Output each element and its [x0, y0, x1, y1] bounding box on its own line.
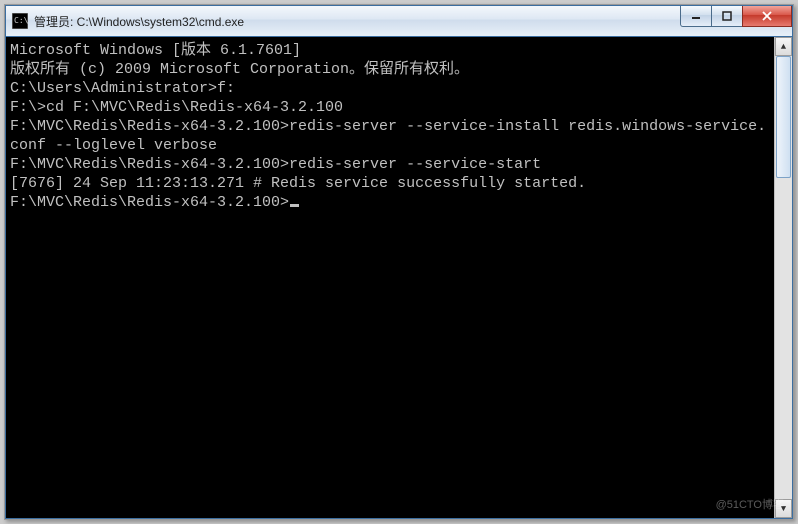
window-buttons [681, 6, 792, 26]
maximize-button[interactable] [711, 6, 743, 27]
minimize-button[interactable] [680, 6, 712, 27]
console-line: [7676] 24 Sep 11:23:13.271 # Redis servi… [10, 174, 770, 193]
text-cursor [290, 204, 299, 207]
scroll-thumb[interactable] [776, 56, 791, 178]
cmd-icon: C:\ [12, 13, 28, 29]
console-output[interactable]: Microsoft Windows [版本 6.1.7601]版权所有 (c) … [6, 37, 774, 518]
cmd-window: C:\ 管理员: C:\Windows\system32\cmd.exe Mic… [5, 5, 793, 519]
console-line: C:\Users\Administrator>f: [10, 79, 770, 98]
vertical-scrollbar[interactable]: ▲ ▼ [774, 37, 792, 518]
console-line: F:\MVC\Redis\Redis-x64-3.2.100> [10, 193, 770, 212]
console-line: F:\MVC\Redis\Redis-x64-3.2.100>redis-ser… [10, 117, 770, 155]
scroll-up-button[interactable]: ▲ [775, 37, 792, 56]
console-line: F:\>cd F:\MVC\Redis\Redis-x64-3.2.100 [10, 98, 770, 117]
window-titlebar[interactable]: C:\ 管理员: C:\Windows\system32\cmd.exe [6, 6, 792, 37]
scroll-track[interactable] [775, 56, 792, 499]
svg-text:C:\: C:\ [14, 16, 28, 25]
window-client-area: Microsoft Windows [版本 6.1.7601]版权所有 (c) … [6, 37, 792, 518]
console-line: 版权所有 (c) 2009 Microsoft Corporation。保留所有… [10, 60, 770, 79]
console-line: Microsoft Windows [版本 6.1.7601] [10, 41, 770, 60]
close-button[interactable] [742, 6, 792, 27]
console-line: F:\MVC\Redis\Redis-x64-3.2.100>redis-ser… [10, 155, 770, 174]
scroll-down-button[interactable]: ▼ [775, 499, 792, 518]
window-title: 管理员: C:\Windows\system32\cmd.exe [34, 13, 792, 30]
screenshot-bounding-frame: C:\ 管理员: C:\Windows\system32\cmd.exe Mic… [4, 4, 794, 520]
